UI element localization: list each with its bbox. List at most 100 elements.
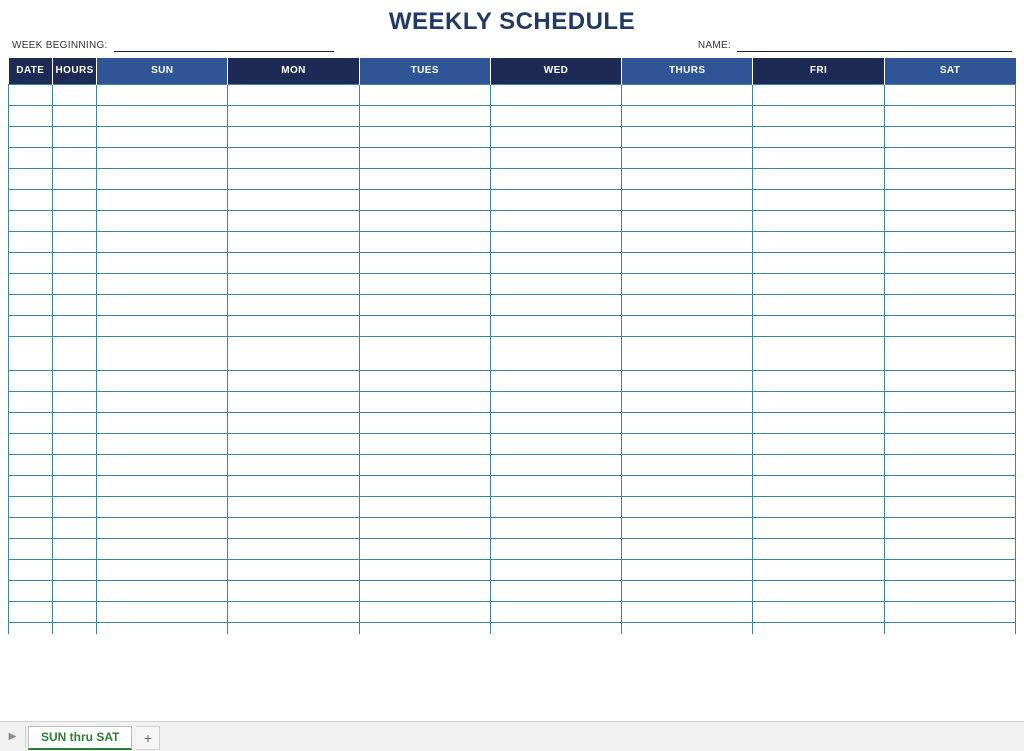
cell[interactable]: [884, 622, 1015, 634]
cell[interactable]: [490, 231, 621, 252]
cell[interactable]: [97, 517, 228, 538]
cell[interactable]: [97, 84, 228, 105]
cell[interactable]: [884, 84, 1015, 105]
cell[interactable]: [9, 538, 53, 559]
cell[interactable]: [228, 580, 359, 601]
cell[interactable]: [9, 370, 53, 391]
cell[interactable]: [359, 412, 490, 433]
cell[interactable]: [359, 84, 490, 105]
cell[interactable]: [53, 231, 97, 252]
cell[interactable]: [97, 105, 228, 126]
cell[interactable]: [53, 370, 97, 391]
cell[interactable]: [884, 391, 1015, 412]
week-beginning-input[interactable]: [114, 40, 334, 52]
cell[interactable]: [884, 105, 1015, 126]
cell[interactable]: [753, 210, 884, 231]
cell[interactable]: [884, 231, 1015, 252]
cell[interactable]: [622, 231, 753, 252]
cell[interactable]: [753, 294, 884, 315]
cell[interactable]: [884, 336, 1015, 370]
cell[interactable]: [884, 517, 1015, 538]
cell[interactable]: [228, 210, 359, 231]
cell[interactable]: [359, 454, 490, 475]
cell[interactable]: [490, 475, 621, 496]
cell[interactable]: [97, 370, 228, 391]
cell[interactable]: [622, 454, 753, 475]
cell[interactable]: [53, 412, 97, 433]
cell[interactable]: [53, 84, 97, 105]
cell[interactable]: [359, 391, 490, 412]
cell[interactable]: [622, 210, 753, 231]
cell[interactable]: [9, 559, 53, 580]
cell[interactable]: [53, 189, 97, 210]
cell[interactable]: [622, 391, 753, 412]
cell[interactable]: [9, 454, 53, 475]
cell[interactable]: [884, 412, 1015, 433]
cell[interactable]: [753, 315, 884, 336]
cell[interactable]: [97, 475, 228, 496]
cell[interactable]: [753, 580, 884, 601]
cell[interactable]: [359, 433, 490, 454]
sheet-tab-active[interactable]: SUN thru SAT: [28, 726, 132, 750]
cell[interactable]: [228, 454, 359, 475]
cell[interactable]: [97, 126, 228, 147]
cell[interactable]: [753, 126, 884, 147]
cell[interactable]: [490, 252, 621, 273]
cell[interactable]: [53, 315, 97, 336]
cell[interactable]: [97, 210, 228, 231]
cell[interactable]: [753, 370, 884, 391]
cell[interactable]: [53, 105, 97, 126]
cell[interactable]: [53, 294, 97, 315]
cell[interactable]: [9, 189, 53, 210]
cell[interactable]: [97, 294, 228, 315]
cell[interactable]: [490, 433, 621, 454]
cell[interactable]: [97, 559, 228, 580]
cell[interactable]: [884, 496, 1015, 517]
cell[interactable]: [884, 454, 1015, 475]
cell[interactable]: [490, 580, 621, 601]
cell[interactable]: [884, 252, 1015, 273]
cell[interactable]: [359, 538, 490, 559]
cell[interactable]: [359, 252, 490, 273]
name-input[interactable]: [737, 40, 1012, 52]
cell[interactable]: [622, 315, 753, 336]
cell[interactable]: [490, 210, 621, 231]
cell[interactable]: [622, 517, 753, 538]
cell[interactable]: [490, 273, 621, 294]
cell[interactable]: [97, 231, 228, 252]
cell[interactable]: [359, 189, 490, 210]
cell[interactable]: [53, 252, 97, 273]
cell[interactable]: [53, 433, 97, 454]
cell[interactable]: [53, 475, 97, 496]
cell[interactable]: [884, 126, 1015, 147]
cell[interactable]: [53, 336, 97, 370]
cell[interactable]: [9, 210, 53, 231]
cell[interactable]: [622, 370, 753, 391]
cell[interactable]: [884, 475, 1015, 496]
cell[interactable]: [622, 433, 753, 454]
cell[interactable]: [228, 105, 359, 126]
cell[interactable]: [490, 622, 621, 634]
cell[interactable]: [9, 273, 53, 294]
cell[interactable]: [753, 433, 884, 454]
cell[interactable]: [490, 517, 621, 538]
cell[interactable]: [9, 622, 53, 634]
cell[interactable]: [753, 231, 884, 252]
cell[interactable]: [228, 231, 359, 252]
cell[interactable]: [753, 559, 884, 580]
cell[interactable]: [884, 147, 1015, 168]
tab-nav-next-icon[interactable]: ▶: [4, 726, 26, 748]
cell[interactable]: [753, 475, 884, 496]
cell[interactable]: [9, 433, 53, 454]
cell[interactable]: [228, 370, 359, 391]
cell[interactable]: [622, 496, 753, 517]
cell[interactable]: [9, 168, 53, 189]
cell[interactable]: [97, 454, 228, 475]
cell[interactable]: [9, 496, 53, 517]
cell[interactable]: [228, 126, 359, 147]
cell[interactable]: [753, 412, 884, 433]
cell[interactable]: [53, 517, 97, 538]
cell[interactable]: [753, 622, 884, 634]
cell[interactable]: [359, 559, 490, 580]
cell[interactable]: [97, 601, 228, 622]
